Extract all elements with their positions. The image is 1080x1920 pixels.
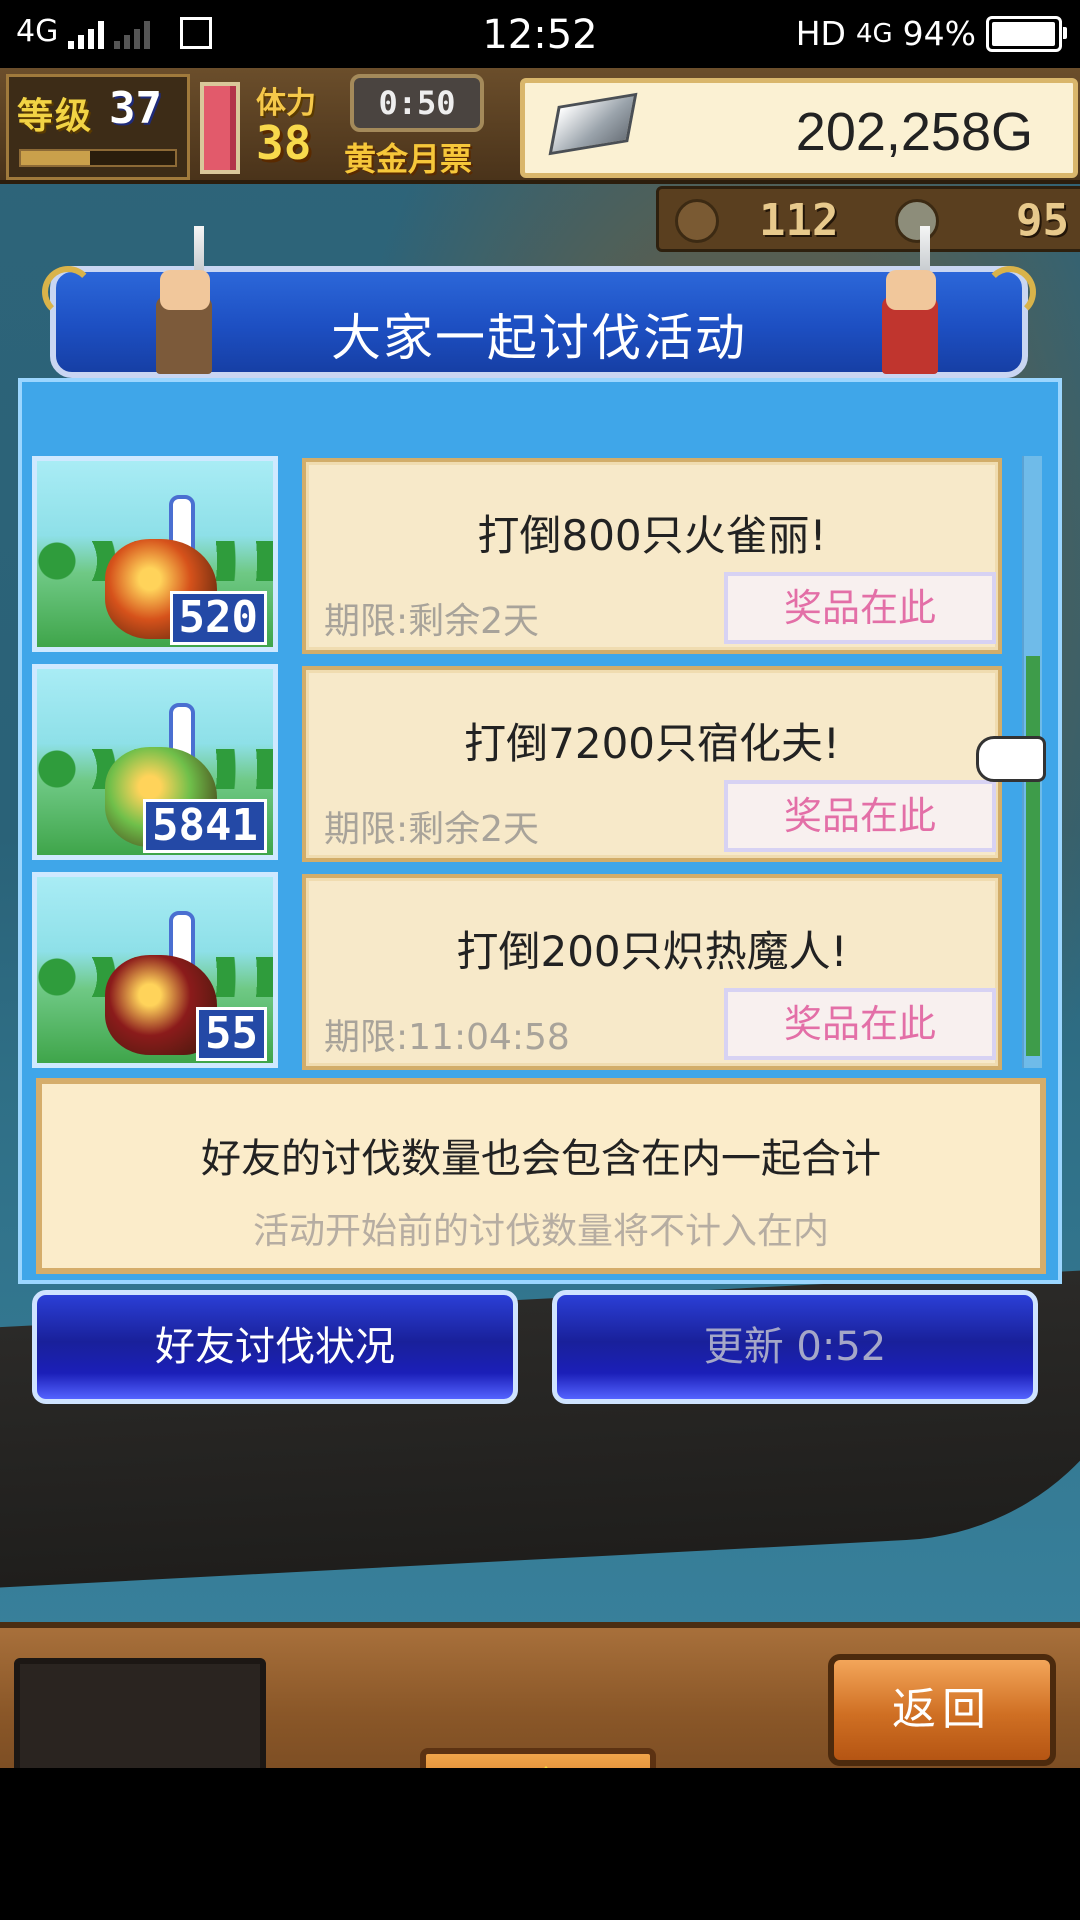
prize-button[interactable]: 奖品在此 (724, 572, 996, 644)
info-note: 好友的讨伐数量也会包含在内一起合计 活动开始前的讨伐数量将不计入在内 (36, 1078, 1046, 1274)
wood-icon (675, 199, 719, 243)
monster-thumbnail: 5841 (32, 664, 278, 860)
prize-button[interactable]: 奖品在此 (724, 780, 996, 852)
event-card: 打倒7200只宿化夫! 期限:剩余2天 奖品在此 (302, 666, 1002, 862)
status-bar: 4G 12:52 HD 4G 94% (0, 0, 1080, 68)
note-sub-text: 活动开始前的讨伐数量将不计入在内 (252, 1211, 829, 1252)
hd-label: HD (795, 14, 846, 53)
event-title: 打倒800只火雀丽! (477, 511, 827, 560)
pointing-hand-icon (976, 736, 1046, 782)
monster-thumbnail: 55 (32, 872, 278, 1068)
note-main-text: 好友的讨伐数量也会包含在内一起合计 (201, 1136, 881, 1182)
resource2-value: 95 (1016, 195, 1069, 246)
event-title: 打倒7200只宿化夫! (464, 719, 840, 768)
event-card: 打倒800只火雀丽! 期限:剩余2天 奖品在此 (302, 458, 1002, 654)
prize-button[interactable]: 奖品在此 (724, 988, 996, 1060)
money-value: 202,258G (795, 102, 1033, 162)
gold-pass-label[interactable]: 黄金月票 (344, 134, 472, 180)
event-title: 打倒200只炽热魔人! (456, 927, 848, 976)
event-deadline: 期限:11:04:58 (324, 1017, 570, 1058)
stamina-value: 38 (256, 116, 312, 170)
event-deadline: 期限:剩余2天 (324, 809, 540, 850)
resource1-value: 112 (759, 195, 839, 246)
battery-percent: 94% (902, 14, 976, 53)
battery-icon (986, 15, 1067, 52)
game-screen: 等级 37 体力 38 0:50 黄金月票 202,258G 112 95 大家… (0, 68, 1080, 1768)
friend-status-button[interactable]: 好友讨伐状况 (32, 1290, 518, 1404)
silver-ingot-icon (548, 92, 638, 156)
network-type-2: 4G (855, 18, 893, 49)
back-button[interactable]: 返回 (828, 1654, 1056, 1766)
bottom-dock: 返回 (0, 1622, 1080, 1768)
level-value: 37 (109, 83, 162, 134)
level-box: 等级 37 (6, 74, 190, 180)
kill-count: 520 (169, 591, 267, 645)
up-arrow-icon (516, 1766, 576, 1768)
stamina-timer: 0:50 (350, 74, 484, 132)
empty-slot (14, 1658, 266, 1768)
event-deadline: 期限:剩余2天 (324, 601, 540, 642)
stamina-gauge (200, 82, 240, 174)
monster-thumbnail: 520 (32, 456, 278, 652)
expand-up-button[interactable] (420, 1748, 656, 1768)
event-card: 打倒200只炽热魔人! 期限:11:04:58 奖品在此 (302, 874, 1002, 1070)
event-row: 5841 打倒7200只宿化夫! 期限:剩余2天 奖品在此 (28, 664, 1018, 868)
panel-header: 大家一起讨伐活动 (42, 226, 1036, 378)
kill-count: 55 (196, 1007, 267, 1061)
resource-bar: 112 95 (656, 186, 1080, 252)
event-row: 55 打倒200只炽热魔人! 期限:11:04:58 奖品在此 (28, 872, 1018, 1076)
money-box: 202,258G (520, 78, 1078, 178)
status-right: HD 4G 94% (795, 14, 1067, 53)
top-hud: 等级 37 体力 38 0:50 黄金月票 202,258G (0, 68, 1080, 184)
kill-count: 5841 (143, 799, 267, 853)
hero-sprite-right (872, 226, 952, 376)
refresh-button[interactable]: 更新 0:52 (552, 1290, 1038, 1404)
event-row: 520 打倒800只火雀丽! 期限:剩余2天 奖品在此 (28, 456, 1018, 660)
level-label: 等级 (17, 96, 94, 137)
scrollbar-thumb[interactable] (1026, 656, 1040, 1056)
exp-bar (19, 149, 177, 167)
